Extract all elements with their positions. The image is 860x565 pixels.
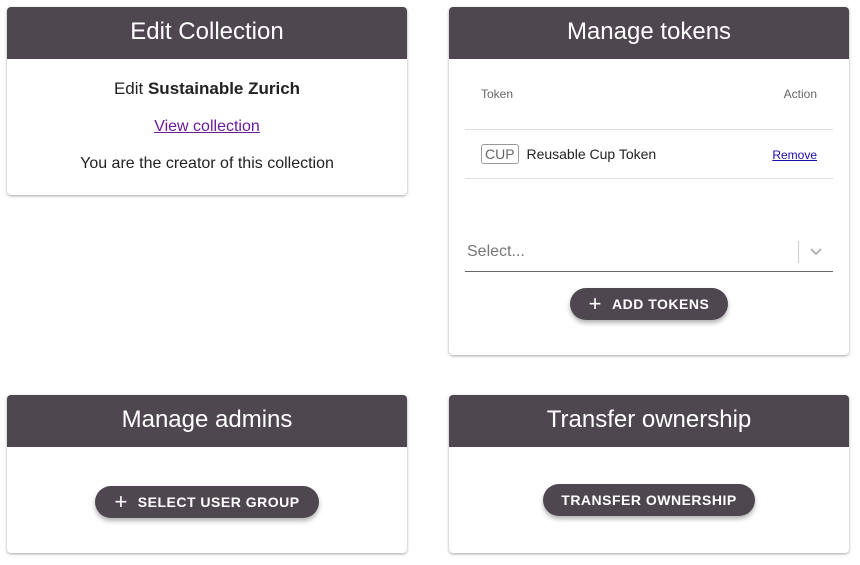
token-select[interactable]: Select... [465, 233, 833, 272]
table-row: CUP Reusable Cup Token Remove [465, 129, 833, 179]
token-name: Reusable Cup Token [526, 146, 657, 162]
column-header-token: Token [481, 87, 514, 101]
manage-admins-title: Manage admins [7, 395, 407, 447]
edit-prefix: Edit [113, 79, 144, 98]
transfer-ownership-title: Transfer ownership [449, 395, 849, 447]
column-header-action: Action [783, 87, 817, 101]
edit-collection-card: Edit Collection Edit Sustainable Zurich … [7, 7, 407, 195]
token-select-placeholder: Select... [467, 243, 525, 260]
manage-admins-card: Manage admins + SELECT USER GROUP [7, 395, 407, 553]
remove-token-link[interactable]: Remove [772, 148, 817, 162]
creator-text: You are the creator of this collection [80, 155, 334, 172]
token-badge: CUP [481, 144, 519, 164]
manage-tokens-title: Manage tokens [449, 7, 849, 59]
edit-collection-heading: Edit Sustainable Zurich [7, 79, 407, 99]
transfer-ownership-button[interactable]: TRANSFER OWNERSHIP [543, 484, 755, 516]
manage-tokens-card: Manage tokens Token Action CUP Reusable … [449, 7, 849, 355]
add-tokens-label: ADD TOKENS [612, 296, 710, 312]
edit-collection-title: Edit Collection [7, 7, 407, 59]
select-user-group-button[interactable]: + SELECT USER GROUP [95, 486, 319, 518]
add-tokens-button[interactable]: + ADD TOKENS [570, 288, 728, 320]
collection-name: Sustainable Zurich [147, 79, 301, 98]
chevron-down-icon[interactable] [799, 244, 833, 260]
plus-icon: + [588, 291, 603, 316]
action-cell: Remove [733, 129, 833, 179]
plus-icon: + [114, 489, 128, 514]
transfer-ownership-card: Transfer ownership TRANSFER OWNERSHIP [449, 395, 849, 553]
token-cell: CUP Reusable Cup Token [465, 129, 734, 179]
select-user-group-label: SELECT USER GROUP [137, 494, 300, 510]
tokens-table: Token Action CUP Reusable Cup Token Remo… [465, 59, 833, 179]
view-collection-link[interactable]: View collection [154, 118, 260, 135]
transfer-ownership-label: TRANSFER OWNERSHIP [561, 492, 737, 508]
